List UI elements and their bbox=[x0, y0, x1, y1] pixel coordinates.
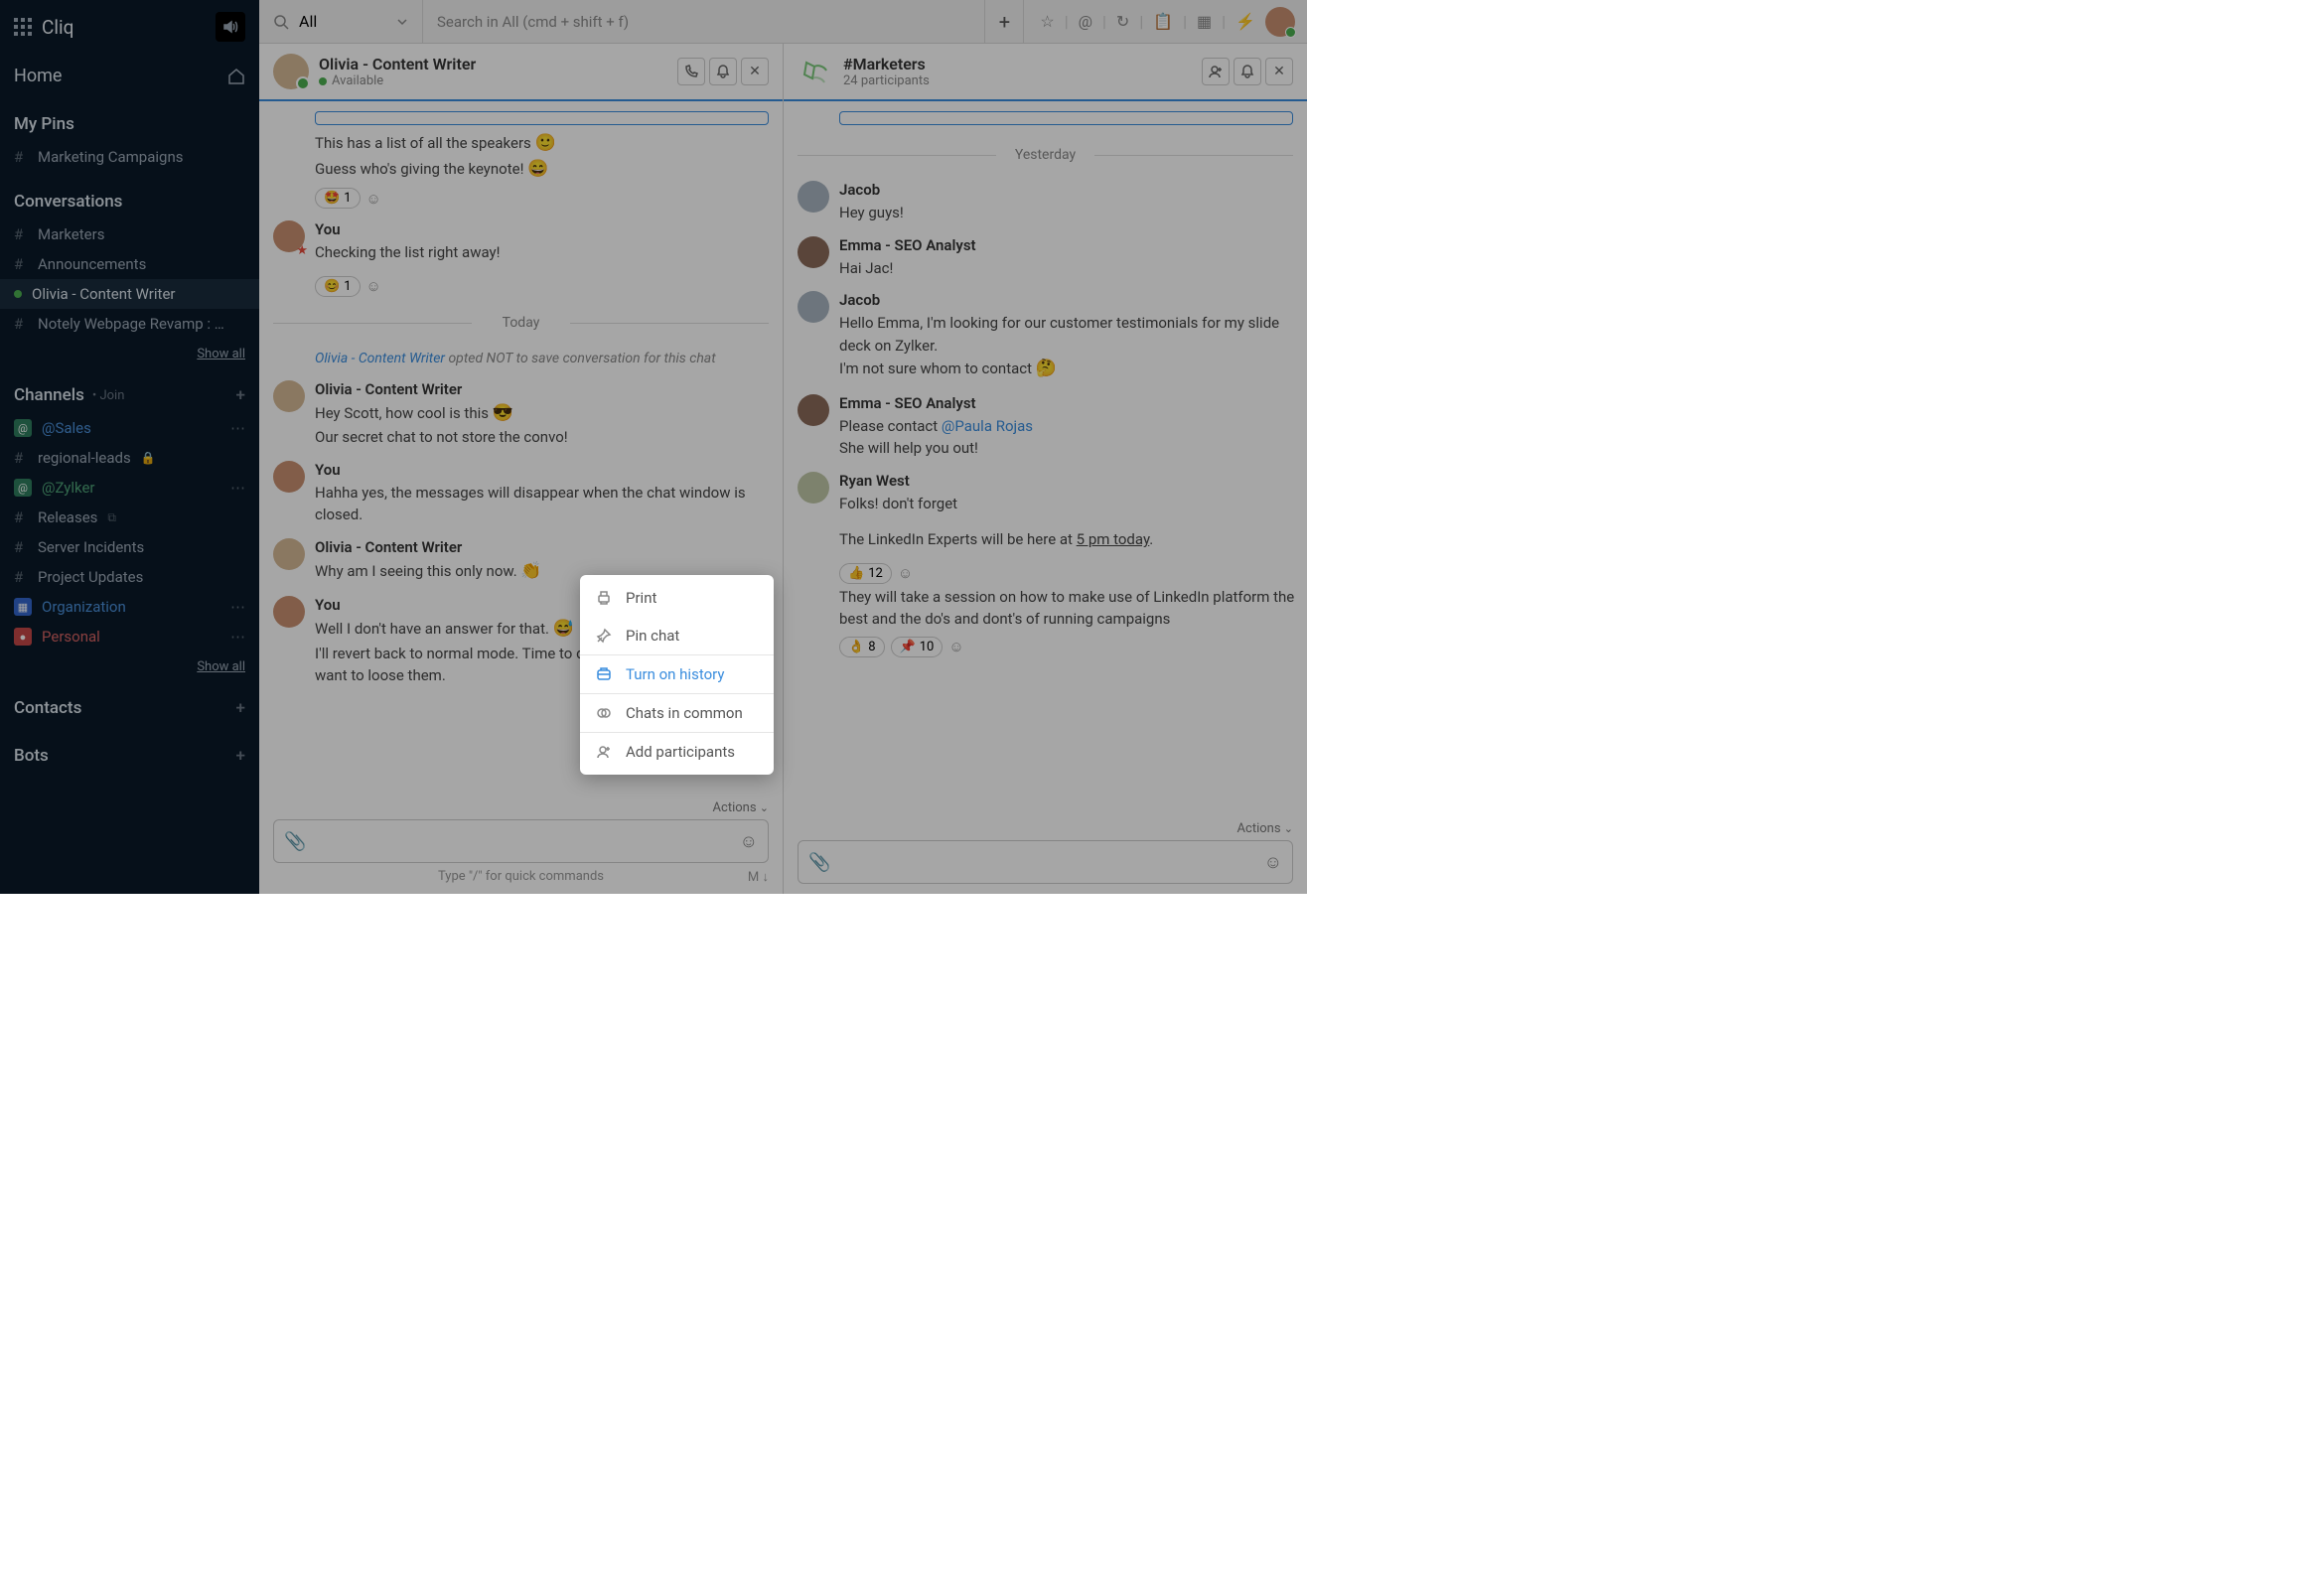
add-person-icon bbox=[596, 744, 614, 760]
pin-icon bbox=[596, 628, 614, 644]
print-icon bbox=[596, 590, 614, 606]
history-icon bbox=[596, 666, 614, 682]
menu-pin-chat[interactable]: Pin chat bbox=[580, 617, 774, 654]
menu-turn-on-history[interactable]: Turn on history bbox=[580, 654, 774, 694]
context-menu: Print Pin chat Turn on history Chats in … bbox=[580, 575, 774, 775]
common-icon bbox=[596, 705, 614, 721]
menu-chats-in-common[interactable]: Chats in common bbox=[580, 694, 774, 732]
menu-add-participants[interactable]: Add participants bbox=[580, 732, 774, 771]
menu-print[interactable]: Print bbox=[580, 579, 774, 617]
